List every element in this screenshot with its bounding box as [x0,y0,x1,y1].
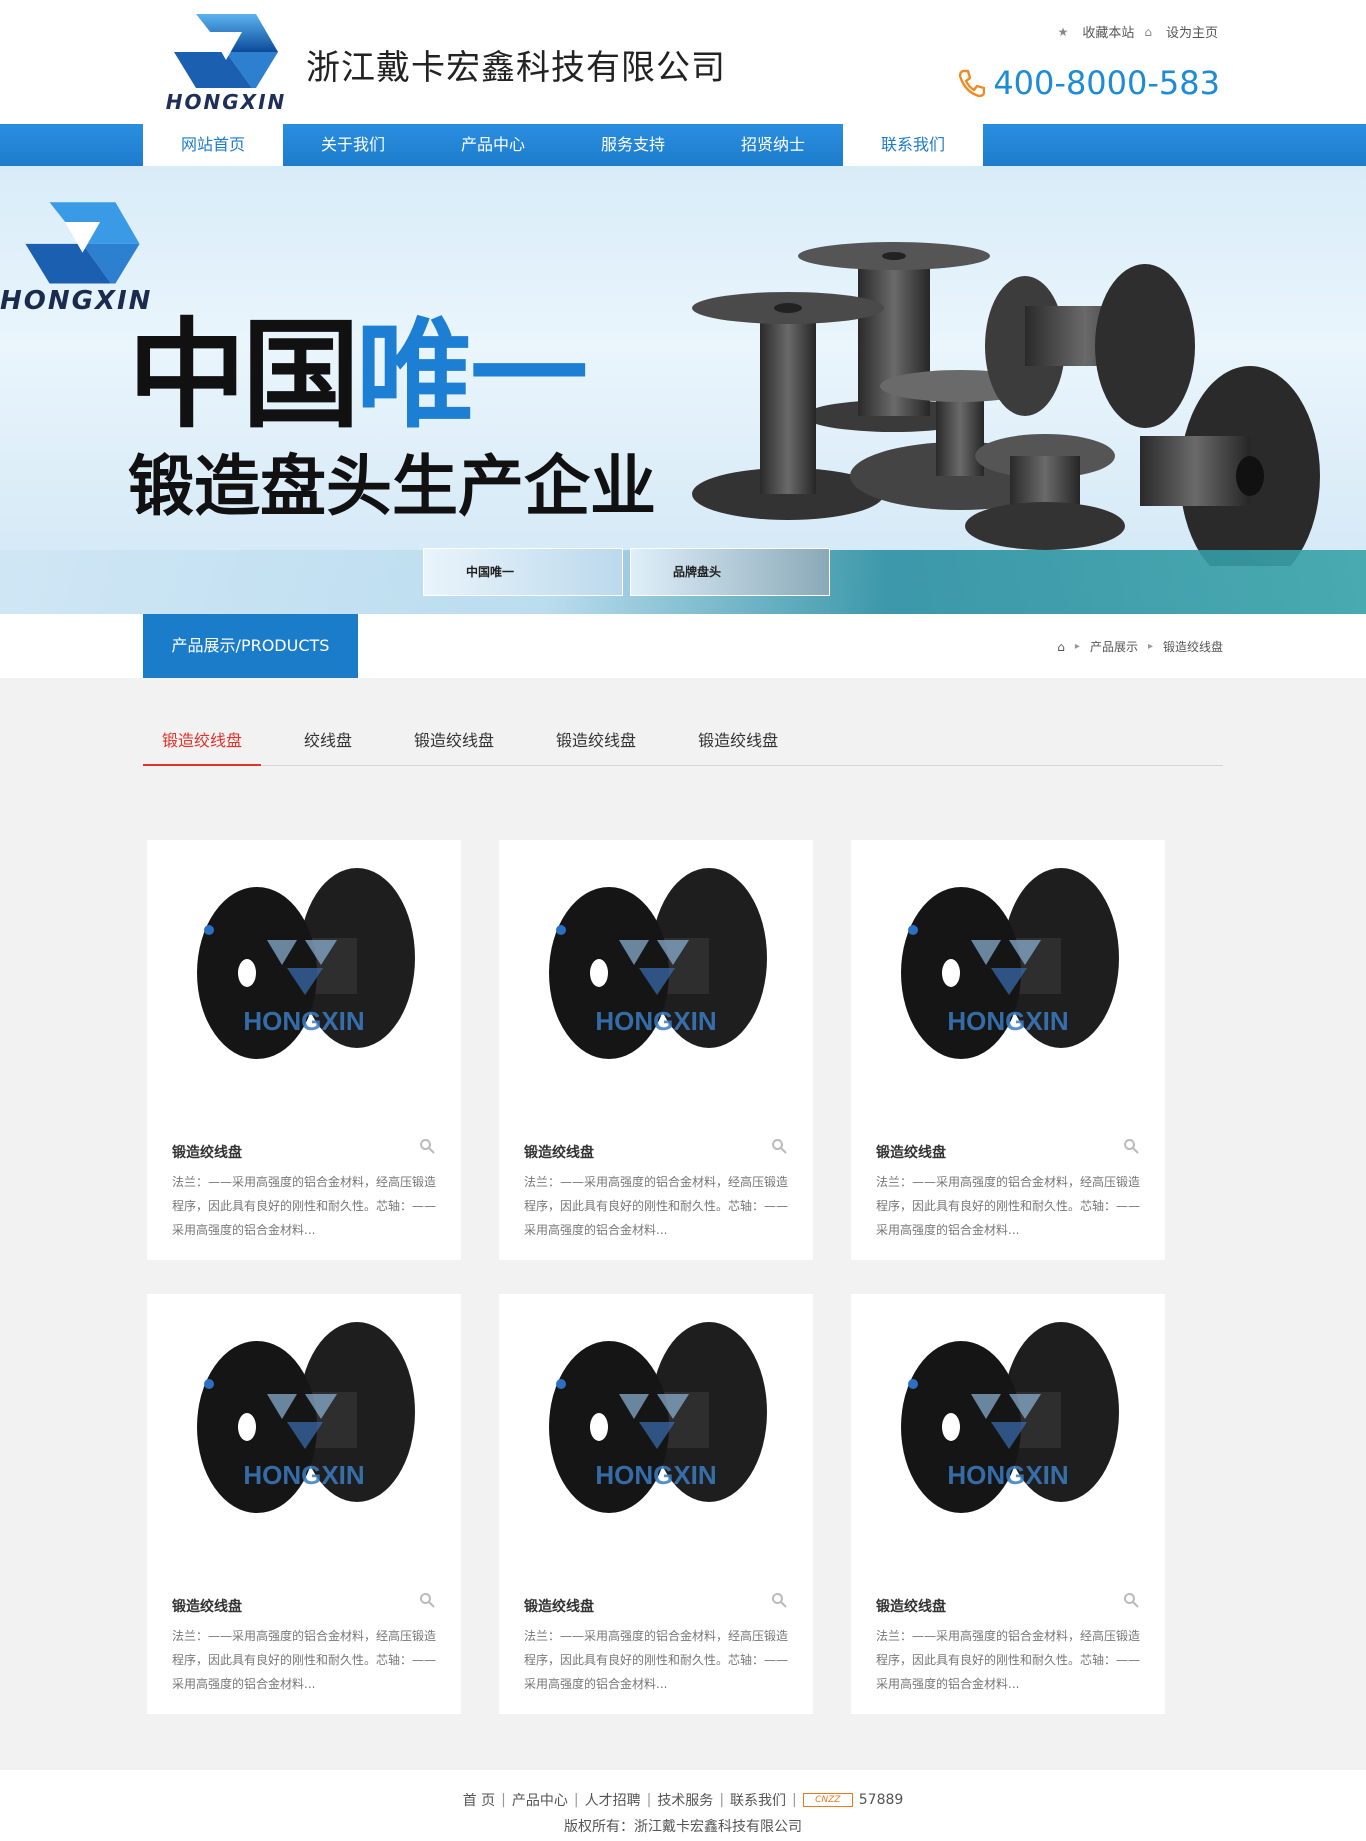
phone-number: 400-8000-583 [993,64,1220,102]
banner-subline: 锻造盘头生产企业 [128,448,656,525]
phone-icon [959,69,986,98]
product-title[interactable]: 锻造绞线盘 [172,1596,242,1616]
magnifier-icon[interactable] [419,1592,435,1608]
chevron-right-icon: ▸ [1147,641,1153,652]
product-image[interactable]: HONGXIN [147,1294,461,1570]
svg-text:HONGXIN: HONGXIN [947,1460,1068,1490]
magnifier-icon[interactable] [1123,1138,1139,1154]
set-homepage-link[interactable]: 设为主页 [1166,22,1218,41]
star-icon: ★ [1057,24,1069,39]
product-card[interactable]: HONGXIN 锻造绞线盘 法兰：——采用高强度的铝合金材料，经高压锻造程序，因… [147,840,461,1260]
footer-link[interactable]: 首 页 [463,1790,495,1810]
nav-item-5[interactable]: 联系我们 [843,124,983,166]
magnifier-icon[interactable] [771,1592,787,1608]
hotline: 400-8000-583 [957,64,1220,102]
svg-text:HONGXIN: HONGXIN [947,1006,1068,1036]
svg-text:HONGXIN: HONGXIN [243,1460,364,1490]
product-image[interactable]: HONGXIN [147,840,461,1116]
product-image[interactable]: HONGXIN [499,1294,813,1570]
separator: | [792,1792,797,1808]
category-tabs: 锻造绞线盘 绞线盘 锻造绞线盘 锻造绞线盘 锻造绞线盘 [143,728,1223,766]
headline-blue: 唯一 [356,306,588,444]
category-tab[interactable]: 锻造绞线盘 [143,728,262,766]
magnifier-icon[interactable] [1123,1592,1139,1608]
main-nav: 网站首页 关于我们 产品中心 服务支持 招贤纳士 联系我们 [0,124,1366,166]
category-tab[interactable]: 锻造绞线盘 [395,728,513,766]
product-card[interactable]: HONGXIN 锻造绞线盘 法兰：——采用高强度的铝合金材料，经高压锻造程序，因… [499,1294,813,1714]
separator: | [719,1792,725,1808]
category-tab[interactable]: 锻造绞线盘 [537,728,655,766]
logo-triangle-icon [174,14,278,88]
svg-text:HONGXIN: HONGXIN [595,1460,716,1490]
banner-thumb-2[interactable]: 品牌盘头 [630,548,830,596]
product-image[interactable]: HONGXIN [851,840,1165,1116]
spools-image [692,242,1320,566]
section-header: 产品展示/PRODUCTS ⌂ ▸ 产品展示 ▸ 锻造绞线盘 [0,614,1366,694]
top-links: ★ 收藏本站 ⌂ 设为主页 [1057,22,1218,42]
product-title[interactable]: 锻造绞线盘 [524,1142,594,1162]
product-image[interactable]: HONGXIN [851,1294,1165,1570]
product-description: 法兰：——采用高强度的铝合金材料，经高压锻造程序，因此具有良好的刚性和耐久性。芯… [524,1175,789,1237]
company-name: 浙江戴卡宏鑫科技有限公司 [306,48,726,88]
magnifier-icon[interactable] [771,1138,787,1154]
company-logo[interactable]: HONGXIN [160,12,292,114]
visitor-counter: 57889 [858,1792,904,1808]
site-header: HONGXIN 浙江戴卡宏鑫科技有限公司 ★ 收藏本站 ⌂ 设为主页 400-8… [0,0,1366,124]
svg-text:HONGXIN: HONGXIN [243,1006,364,1036]
thumb-1-text: 中国唯一 [466,565,515,579]
banner-thumb-1[interactable]: 中国唯一 [423,548,623,596]
cnzz-badge[interactable]: CNZZ [802,1793,853,1807]
separator: | [573,1792,579,1808]
product-card[interactable]: HONGXIN 锻造绞线盘 法兰：——采用高强度的铝合金材料，经高压锻造程序，因… [499,840,813,1260]
bookmark-link[interactable]: 收藏本站 [1082,22,1134,41]
nav-item-4[interactable]: 招贤纳士 [703,124,843,166]
footer-link[interactable]: 技术服务 [657,1790,713,1810]
svg-text:HONGXIN: HONGXIN [595,1006,716,1036]
product-description: 法兰：——采用高强度的铝合金材料，经高压锻造程序，因此具有良好的刚性和耐久性。芯… [524,1629,789,1691]
footer-link[interactable]: 产品中心 [512,1790,568,1810]
nav-item-3[interactable]: 服务支持 [563,124,703,166]
chevron-right-icon: ▸ [1074,641,1080,652]
home-icon: ⌂ [1144,24,1152,39]
breadcrumb-current: 锻造绞线盘 [1162,640,1223,654]
category-tab[interactable]: 绞线盘 [285,728,371,766]
product-description: 法兰：——采用高强度的铝合金材料，经高压锻造程序，因此具有良好的刚性和耐久性。芯… [172,1629,437,1691]
breadcrumb-item[interactable]: 产品展示 [1090,638,1138,655]
product-area: 锻造绞线盘 绞线盘 锻造绞线盘 锻造绞线盘 锻造绞线盘 HONGXIN 锻造绞线盘 法兰… [0,678,1366,1770]
product-card[interactable]: HONGXIN 锻造绞线盘 法兰：——采用高强度的铝合金材料，经高压锻造程序，因… [851,840,1165,1260]
footer-links: 首 页 | 产品中心 | 人才招聘 | 技术服务 | 联系我们 | CNZZ 57889 [0,1790,1366,1810]
separator: | [646,1792,652,1808]
nav-item-1[interactable]: 关于我们 [283,124,423,166]
product-description: 法兰：——采用高强度的铝合金材料，经高压锻造程序，因此具有良好的刚性和耐久性。芯… [876,1175,1141,1237]
product-title[interactable]: 锻造绞线盘 [876,1596,946,1616]
product-title[interactable]: 锻造绞线盘 [524,1596,594,1616]
product-card[interactable]: HONGXIN 锻造绞线盘 法兰：——采用高强度的铝合金材料，经高压锻造程序，因… [851,1294,1165,1714]
site-footer: 首 页 | 产品中心 | 人才招聘 | 技术服务 | 联系我们 | CNZZ 57889 版权所有：浙… [0,1770,1366,1841]
headline-black: 中国 [128,306,360,444]
home-icon[interactable]: ⌂ [1057,640,1065,654]
product-title[interactable]: 锻造绞线盘 [172,1142,242,1162]
banner-headline: 中国唯一 [128,316,588,434]
nav-item-2[interactable]: 产品中心 [423,124,563,166]
product-card[interactable]: HONGXIN 锻造绞线盘 法兰：——采用高强度的铝合金材料，经高压锻造程序，因… [147,1294,461,1714]
product-description: 法兰：——采用高强度的铝合金材料，经高压锻造程序，因此具有良好的刚性和耐久性。芯… [172,1175,437,1237]
product-image[interactable]: HONGXIN [499,840,813,1116]
logo-text: HONGXIN [165,90,287,114]
footer-link[interactable]: 联系我们 [730,1790,786,1810]
hero-banner: HONGXIN 中国唯一 锻造盘头生产企业 中国唯一 品牌盘头 [0,166,1366,614]
nav-item-0[interactable]: 网站首页 [143,124,283,166]
separator: | [501,1792,506,1808]
breadcrumb: ⌂ ▸ 产品展示 ▸ 锻造绞线盘 [1057,638,1223,655]
footer-link[interactable]: 人才招聘 [585,1790,641,1810]
category-tab[interactable]: 锻造绞线盘 [679,728,797,766]
copyright: 版权所有：浙江戴卡宏鑫科技有限公司 [564,1819,802,1835]
product-title[interactable]: 锻造绞线盘 [876,1142,946,1162]
magnifier-icon[interactable] [419,1138,435,1154]
product-description: 法兰：——采用高强度的铝合金材料，经高压锻造程序，因此具有良好的刚性和耐久性。芯… [876,1629,1141,1691]
thumb-2-text: 品牌盘头 [673,565,722,579]
